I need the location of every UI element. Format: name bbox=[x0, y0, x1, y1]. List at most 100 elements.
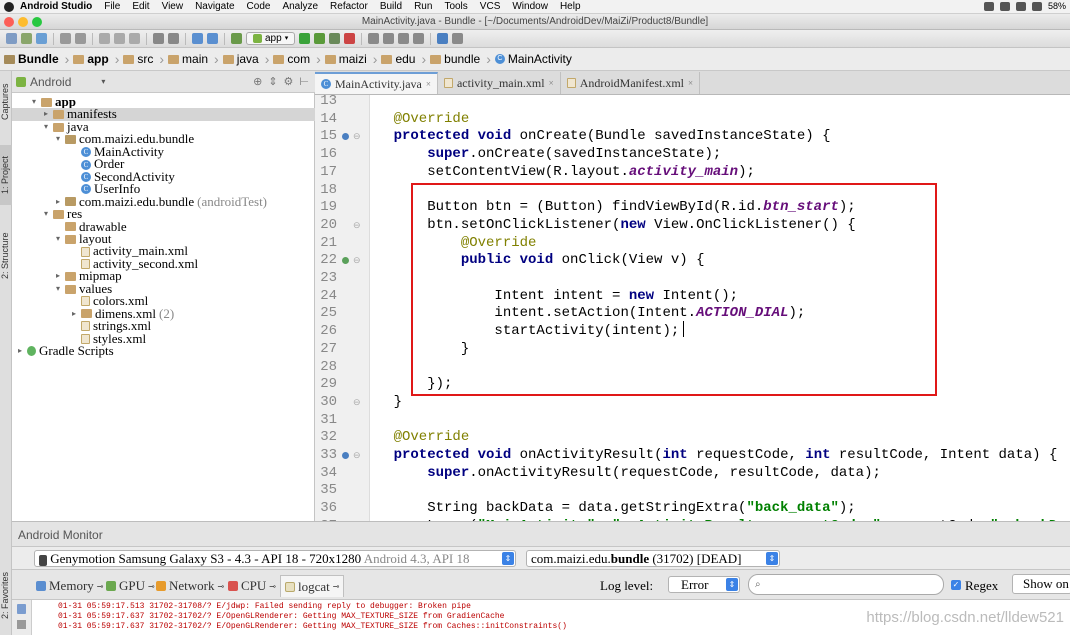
chevron-right-icon[interactable]: ▸ bbox=[42, 108, 50, 121]
hide-panel-icon[interactable]: ⊢ bbox=[299, 75, 309, 88]
code-line[interactable]: super.onActivityResult(requestCode, resu… bbox=[370, 465, 881, 482]
zoom-window-button[interactable] bbox=[32, 17, 42, 27]
fold-icon[interactable]: ⊖ bbox=[353, 450, 361, 461]
menu-item[interactable]: Help bbox=[560, 1, 581, 12]
scroll-from-source-icon[interactable]: ⊕ bbox=[253, 75, 262, 88]
chevron-down-icon[interactable]: ▾ bbox=[42, 121, 50, 134]
back-icon[interactable] bbox=[192, 33, 203, 44]
show-only-select[interactable]: Show on bbox=[1012, 574, 1070, 594]
code-line[interactable]: @Override bbox=[370, 111, 470, 128]
menu-item[interactable]: Build bbox=[380, 1, 402, 12]
tree-item[interactable]: ▸ Gradle Scripts bbox=[16, 344, 114, 358]
captures-tab[interactable]: Captures bbox=[0, 77, 12, 127]
menu-item[interactable]: Edit bbox=[132, 1, 149, 12]
stop-icon[interactable] bbox=[344, 33, 356, 44]
status-icon[interactable] bbox=[983, 1, 994, 11]
code-line[interactable]: String backData = data.getStringExtra("b… bbox=[370, 500, 856, 517]
process-select[interactable]: com.maizi.edu.bundle (31702) [DEAD] ⇕ bbox=[526, 550, 780, 567]
close-tab-icon[interactable]: × bbox=[426, 79, 431, 89]
avd-manager-icon[interactable] bbox=[383, 33, 395, 44]
breadcrumb-item[interactable]: bundle bbox=[428, 52, 484, 66]
override-marker-icon[interactable] bbox=[342, 452, 349, 459]
menu-item[interactable]: Android Studio bbox=[20, 1, 92, 12]
minimize-window-button[interactable] bbox=[18, 17, 28, 27]
android-monitor-icon[interactable] bbox=[413, 33, 425, 44]
menu-item[interactable]: Tools bbox=[444, 1, 467, 12]
code-line[interactable]: super.onCreate(savedInstanceState); bbox=[370, 146, 721, 163]
attach-debugger-icon[interactable] bbox=[329, 33, 341, 44]
menu-item[interactable]: Code bbox=[247, 1, 271, 12]
chevron-right-icon[interactable]: ▸ bbox=[70, 308, 78, 321]
chevron-down-icon[interactable]: ▾ bbox=[30, 96, 38, 109]
fold-icon[interactable]: ⊖ bbox=[353, 220, 361, 231]
tab-cpu[interactable]: CPU ⊸ bbox=[224, 575, 280, 597]
status-icon[interactable] bbox=[999, 1, 1010, 11]
device-select[interactable]: Genymotion Samsung Galaxy S3 - 4.3 - API… bbox=[34, 550, 516, 567]
override-marker-icon[interactable] bbox=[342, 257, 349, 265]
debug-icon[interactable] bbox=[314, 33, 326, 44]
tab-gpu[interactable]: GPU ⊸ bbox=[102, 575, 159, 597]
editor-tab[interactable]: activity_main.xml × bbox=[438, 72, 561, 94]
breadcrumb-item[interactable]: app bbox=[71, 52, 112, 66]
code-line[interactable]: @Override bbox=[370, 429, 470, 446]
status-icon[interactable] bbox=[1015, 1, 1026, 11]
favorites-tab[interactable]: 2: Favorites bbox=[0, 561, 12, 629]
tree-item[interactable]: ▸ com.maizi.edu.bundle (androidTest) bbox=[54, 195, 267, 209]
menu-item[interactable]: Navigate bbox=[195, 1, 234, 12]
menu-item[interactable]: Run bbox=[414, 1, 432, 12]
menu-item[interactable]: Refactor bbox=[330, 1, 368, 12]
menu-item[interactable]: Analyze bbox=[282, 1, 318, 12]
breadcrumb-item[interactable]: com bbox=[271, 52, 314, 66]
breadcrumb-item[interactable]: Bundle bbox=[2, 52, 63, 66]
code-line[interactable]: protected void onCreate(Bundle savedInst… bbox=[370, 128, 831, 145]
battery-level[interactable]: 58% bbox=[1048, 1, 1066, 11]
log-line[interactable]: 01-31 05:59:17.637 31702-31702/? E/OpenG… bbox=[58, 622, 567, 631]
chevron-down-icon[interactable]: ▾ bbox=[101, 77, 105, 86]
code-line[interactable]: } bbox=[370, 394, 402, 411]
redo-icon[interactable] bbox=[75, 33, 86, 44]
tree-item[interactable]: ▸ manifests bbox=[12, 108, 315, 121]
log-level-select[interactable]: Error ⇕ bbox=[668, 576, 740, 593]
override-marker-icon[interactable] bbox=[342, 133, 349, 141]
copy-icon[interactable] bbox=[114, 33, 125, 44]
chevron-down-icon[interactable]: ▾ bbox=[54, 133, 62, 146]
code-line[interactable]: setContentView(R.layout.activity_main); bbox=[370, 164, 755, 181]
close-window-button[interactable] bbox=[4, 17, 14, 27]
wifi-icon[interactable] bbox=[1031, 1, 1042, 11]
fold-icon[interactable]: ⊖ bbox=[353, 131, 361, 142]
project-tab[interactable]: 1: Project bbox=[0, 145, 12, 205]
trash-icon[interactable] bbox=[17, 604, 26, 614]
collapse-all-icon[interactable]: ⇕ bbox=[268, 75, 277, 88]
tab-memory[interactable]: Memory ⊸ bbox=[32, 575, 107, 597]
breadcrumb-item[interactable]: java bbox=[221, 52, 263, 66]
project-view-select[interactable]: Android bbox=[30, 75, 71, 89]
settings-icon[interactable] bbox=[452, 33, 464, 44]
sync-gradle-icon[interactable] bbox=[368, 33, 380, 44]
structure-tab[interactable]: 2: Structure bbox=[0, 221, 12, 291]
breadcrumb-item[interactable]: maizi bbox=[323, 52, 371, 66]
regex-checkbox[interactable]: ✓ bbox=[951, 580, 961, 590]
tab-network[interactable]: Network ⊸ bbox=[152, 575, 228, 597]
close-tab-icon[interactable]: × bbox=[549, 78, 554, 88]
breadcrumb-item[interactable]: src bbox=[121, 52, 157, 66]
gear-icon[interactable]: ⚙ bbox=[284, 75, 294, 88]
chevron-down-icon[interactable]: ▾ bbox=[54, 283, 62, 296]
chevron-right-icon[interactable]: ▸ bbox=[54, 196, 62, 209]
tab-logcat[interactable]: logcat ⊸ bbox=[280, 575, 345, 597]
menu-item[interactable]: View bbox=[162, 1, 184, 12]
sdk-manager-icon[interactable] bbox=[398, 33, 410, 44]
find-icon[interactable] bbox=[153, 33, 164, 44]
menu-item[interactable]: Window bbox=[512, 1, 548, 12]
chevron-down-icon[interactable]: ▾ bbox=[54, 233, 62, 246]
menu-item[interactable]: File bbox=[104, 1, 120, 12]
forward-icon[interactable] bbox=[207, 33, 218, 44]
screen-capture-icon[interactable] bbox=[17, 620, 26, 629]
log-search-input[interactable]: ⌕ bbox=[748, 574, 944, 595]
chevron-down-icon[interactable]: ▾ bbox=[42, 208, 50, 221]
open-icon[interactable] bbox=[6, 33, 17, 44]
fold-icon[interactable]: ⊖ bbox=[353, 255, 361, 266]
run-config-select[interactable]: app ▾ bbox=[246, 32, 296, 45]
help-icon[interactable] bbox=[437, 33, 449, 44]
code-line[interactable]: protected void onActivityResult(int requ… bbox=[370, 447, 1058, 464]
breadcrumb-item[interactable]: main bbox=[166, 52, 212, 66]
